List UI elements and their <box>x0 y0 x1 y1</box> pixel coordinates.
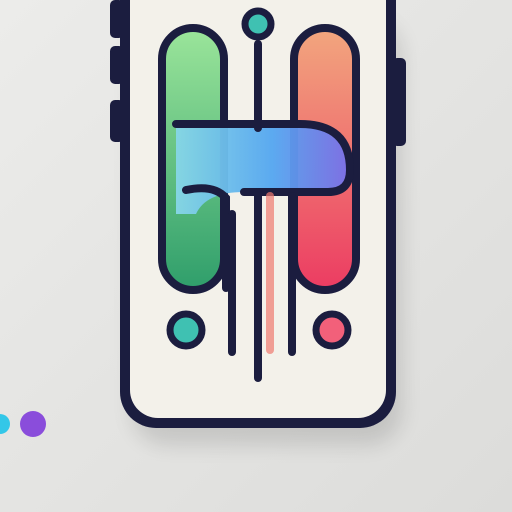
bottom-right-dot-icon <box>312 310 352 350</box>
outer-purple-dot-icon <box>20 411 46 437</box>
app-icon-illustration <box>0 0 512 512</box>
bottom-left-dot-icon <box>166 310 206 350</box>
top-dot-icon <box>241 7 275 41</box>
